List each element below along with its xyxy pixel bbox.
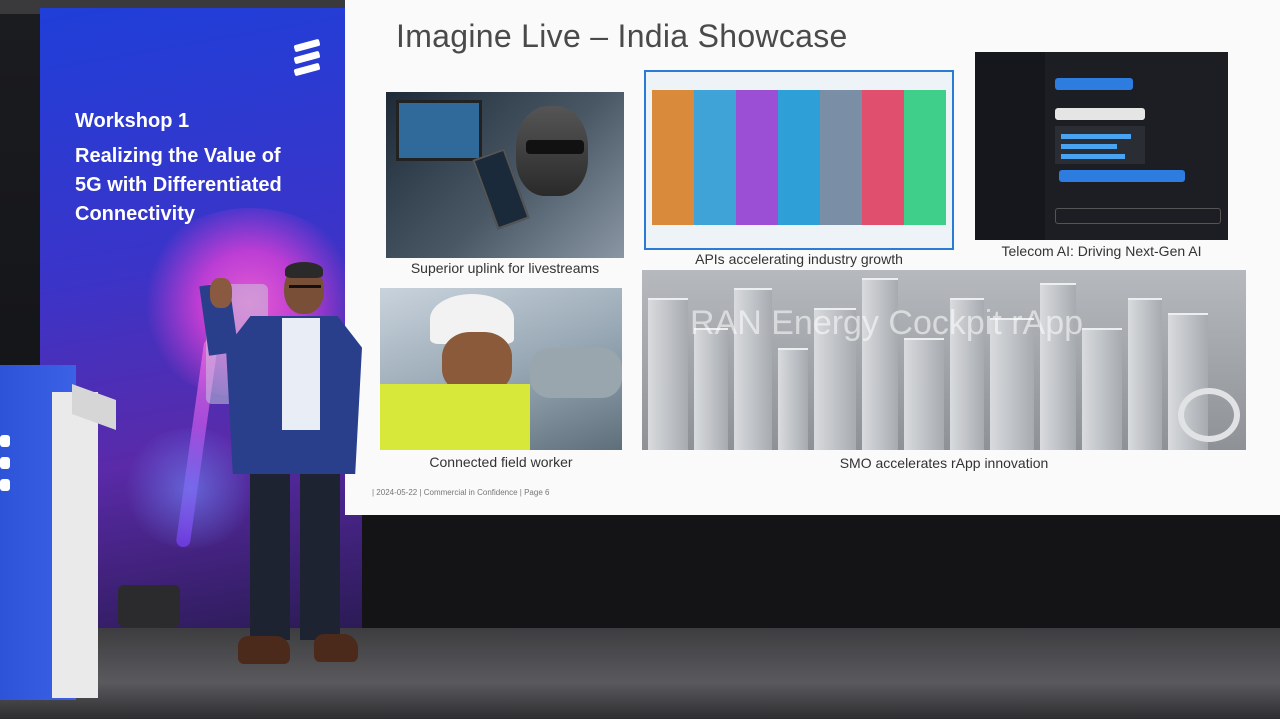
collage-tile (778, 90, 820, 225)
caption-api: APIs accelerating industry growth (695, 251, 903, 267)
podium-side (52, 392, 98, 698)
collage-tile (820, 90, 862, 225)
stage-floor (0, 628, 1280, 719)
glasses-graphic (526, 140, 584, 154)
building-graphic (694, 328, 728, 450)
api-collage-image (644, 70, 954, 250)
slide-title: Imagine Live – India Showcase (396, 18, 848, 54)
building-graphic (1082, 328, 1122, 450)
hi-vis-vest-graphic (380, 384, 530, 450)
presenter-shoe (238, 636, 290, 664)
collage-tile (652, 90, 694, 225)
banner-title-line-1: Realizing the Value of (75, 145, 281, 167)
presenter-shirt (282, 318, 320, 430)
presenter-hair (285, 262, 323, 278)
podium-logo-icon (0, 435, 10, 447)
banner-title-line-2: 5G with Differentiated (75, 174, 282, 196)
ai-chat-bubble (1055, 78, 1133, 90)
building-graphic (778, 348, 808, 450)
ai-input-box (1055, 208, 1221, 224)
collage-tile (862, 90, 904, 225)
collage-tile (736, 90, 778, 225)
stage-light-fixture (118, 585, 180, 627)
presenter-hand (210, 278, 232, 308)
caption-smo: SMO accelerates rApp innovation (839, 455, 1049, 471)
presenter-glasses (289, 285, 321, 294)
building-graphic (648, 298, 688, 450)
collage-tile (694, 90, 736, 225)
caption-livestream: Superior uplink for livestreams (410, 260, 600, 276)
monitor-graphic (396, 100, 482, 161)
banner-title-line-3: Connectivity (75, 203, 196, 225)
caption-telecom-ai: Telecom AI: Driving Next-Gen AI (1001, 243, 1202, 259)
slide-footer: | 2024-05-22 | Commercial in Confidence … (372, 488, 550, 497)
collage-tile (904, 90, 946, 225)
rapp-overlay-title: RAN Energy Cockpit rApp (690, 304, 1084, 342)
screen-base (340, 515, 1280, 630)
telecom-ai-screenshot (975, 52, 1228, 240)
city-energy-image: RAN Energy Cockpit rApp (642, 270, 1246, 450)
livestream-image (386, 92, 624, 258)
field-worker-image (380, 288, 622, 450)
ai-bar-chart-graphic (1055, 126, 1145, 164)
building-graphic (904, 338, 944, 450)
presenter-shoe (314, 634, 358, 662)
building-graphic (1128, 298, 1162, 450)
ai-sidebar-graphic (975, 52, 1045, 240)
ai-chat-bubble (1055, 108, 1145, 120)
caption-field-worker: Connected field worker (429, 454, 573, 470)
stadium-graphic (1178, 388, 1240, 442)
pipe-graphic (530, 348, 622, 398)
ai-chat-bubble (1059, 170, 1185, 182)
ericsson-logo-icon (292, 38, 322, 78)
banner-workshop-label: Workshop 1 (75, 110, 190, 132)
